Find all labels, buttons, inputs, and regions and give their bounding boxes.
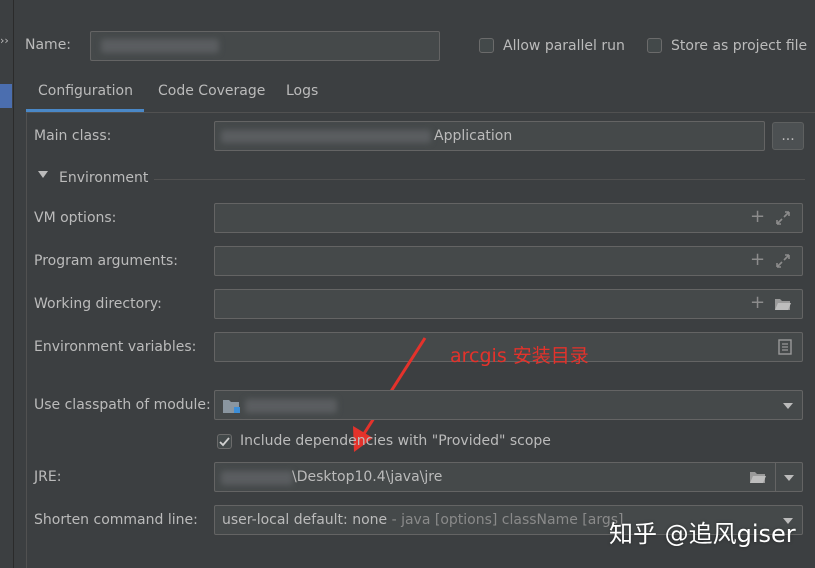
annotation-text: arcgis 安装目录	[450, 345, 589, 367]
working-directory-input[interactable]: +	[214, 289, 803, 319]
store-as-file-checkbox[interactable]	[647, 38, 662, 53]
checkmark-icon	[219, 437, 230, 447]
plus-icon[interactable]: +	[750, 294, 765, 312]
redacted-package	[221, 130, 431, 143]
plus-icon[interactable]: +	[750, 208, 765, 226]
store-as-file-label[interactable]: Store as project file	[671, 38, 807, 54]
triangle-down-icon[interactable]	[38, 171, 48, 178]
working-directory-label: Working directory:	[34, 296, 162, 312]
shorten-command-line-label: Shorten command line:	[34, 512, 198, 528]
program-arguments-label: Program arguments:	[34, 253, 178, 269]
main-class-value: Application	[434, 128, 513, 144]
tab-configuration[interactable]: Configuration	[38, 83, 133, 99]
chevron-down-icon[interactable]	[783, 403, 793, 409]
document-icon[interactable]	[778, 339, 792, 355]
expand-icon[interactable]	[775, 253, 791, 269]
jre-dropdown-divider	[775, 463, 776, 491]
shorten-value: user-local default: none - java [options…	[222, 512, 624, 528]
name-input[interactable]	[90, 31, 440, 61]
chevron-down-icon[interactable]	[784, 475, 794, 481]
redacted-jre-path	[221, 471, 293, 485]
classpath-module-select[interactable]	[214, 390, 803, 420]
environment-divider	[154, 179, 805, 180]
plus-icon[interactable]: +	[750, 251, 765, 269]
tab-code-coverage[interactable]: Code Coverage	[158, 83, 265, 99]
include-dependencies-label[interactable]: Include dependencies with "Provided" sco…	[240, 433, 551, 449]
tabs-divider	[26, 112, 815, 113]
sidebar-selected-item[interactable]	[0, 84, 12, 108]
name-label: Name:	[25, 37, 72, 53]
allow-parallel-label[interactable]: Allow parallel run	[503, 38, 625, 54]
panel-left-border	[26, 112, 27, 568]
redacted-module	[245, 399, 337, 413]
classpath-module-label: Use classpath of module:	[34, 397, 211, 413]
vm-options-input[interactable]: +	[214, 203, 803, 233]
program-arguments-input[interactable]: +	[214, 246, 803, 276]
expand-icon[interactable]	[775, 210, 791, 226]
environment-variables-label: Environment variables:	[34, 339, 197, 355]
include-dependencies-checkbox[interactable]	[217, 434, 232, 449]
folder-icon[interactable]	[774, 297, 792, 311]
jre-input[interactable]: \Desktop10.4\java\jre	[214, 462, 803, 492]
tab-logs[interactable]: Logs	[286, 83, 318, 99]
jre-label: JRE:	[34, 469, 62, 485]
browse-main-class-button[interactable]: ...	[772, 122, 804, 150]
module-folder-icon	[223, 400, 240, 413]
jre-value: \Desktop10.4\java\jre	[292, 469, 443, 485]
vm-options-label: VM options:	[34, 210, 117, 226]
main-class-input[interactable]: Application	[214, 121, 765, 151]
main-class-label: Main class:	[34, 128, 112, 144]
redacted-name	[101, 39, 219, 53]
folder-icon[interactable]	[749, 470, 767, 484]
watermark-text: 知乎 @追风giser	[609, 520, 796, 548]
environment-section-label[interactable]: Environment	[59, 170, 148, 186]
chevron-right-icon[interactable]: ››	[0, 34, 9, 47]
allow-parallel-checkbox[interactable]	[479, 38, 494, 53]
